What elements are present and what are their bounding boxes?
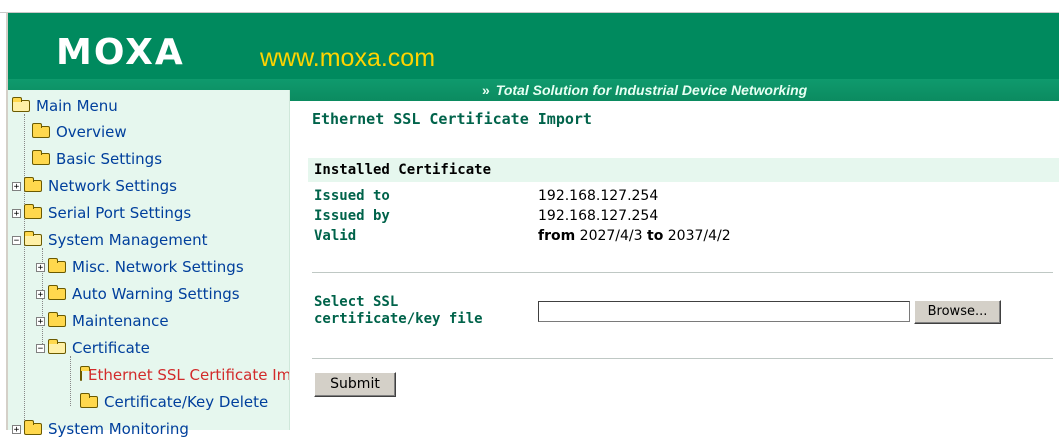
folder-open-icon — [48, 339, 66, 354]
sidebar-item-label: Auto Warning Settings — [72, 285, 240, 303]
collapse-icon[interactable]: − — [12, 235, 21, 245]
sidebar-item-serial-port-settings[interactable]: + Serial Port Settings — [12, 203, 191, 223]
sidebar-item-auto-warning-settings[interactable]: + Auto Warning Settings — [36, 284, 240, 304]
folder-icon — [80, 393, 98, 408]
divider — [312, 272, 1053, 273]
section-header: Installed Certificate — [308, 158, 1059, 182]
issued-by-label: Issued by — [314, 208, 390, 224]
certificate-file-input[interactable] — [538, 301, 910, 322]
collapse-icon[interactable]: − — [36, 343, 45, 353]
browse-button[interactable]: Browse... — [914, 300, 1001, 324]
header-banner: MOXA www.moxa.com » Total Solution for In… — [8, 13, 1059, 101]
sidebar-item-label: Certificate/Key Delete — [104, 393, 269, 411]
sidebar-item-label: Basic Settings — [56, 150, 163, 168]
sidebar-item-basic-settings[interactable]: Basic Settings — [32, 149, 162, 169]
sidebar-item-label: Maintenance — [72, 312, 169, 330]
main-content: Ethernet SSL Certificate Import Installe… — [290, 90, 1059, 430]
sidebar-item-certificate-key-delete[interactable]: Certificate/Key Delete — [80, 392, 289, 412]
folder-open-icon — [24, 231, 42, 246]
expand-icon[interactable]: + — [36, 316, 45, 326]
sidebar-item-label: Overview — [56, 123, 127, 141]
sidebar-item-system-monitoring[interactable]: + System Monitoring — [12, 419, 189, 439]
expand-icon[interactable]: + — [12, 208, 21, 218]
sidebar-item-label: Certificate — [72, 339, 150, 357]
sidebar-item-label: System Management — [48, 231, 208, 249]
folder-icon — [48, 258, 66, 273]
divider — [312, 358, 1053, 359]
tree-guide — [70, 356, 71, 406]
sidebar-item-maintenance[interactable]: + Maintenance — [36, 311, 169, 331]
page-title: Ethernet SSL Certificate Import — [312, 110, 592, 128]
site-url: www.moxa.com — [260, 44, 436, 72]
valid-to-word: to — [647, 228, 664, 244]
sidebar-item-label: Misc. Network Settings — [72, 258, 244, 276]
issued-to-value: 192.168.127.254 — [538, 188, 659, 204]
file-select-label: Select SSL certificate/key file — [314, 294, 483, 327]
sidebar-item-misc-network-settings[interactable]: + Misc. Network Settings — [36, 257, 244, 277]
top-strip — [0, 0, 1059, 13]
sidebar-item-network-settings[interactable]: + Network Settings — [12, 176, 177, 196]
folder-icon — [48, 285, 66, 300]
expand-icon[interactable]: + — [12, 181, 21, 191]
folder-icon — [32, 150, 50, 165]
valid-to-date: 2037/4/2 — [667, 228, 731, 244]
issued-by-value: 192.168.127.254 — [538, 208, 659, 224]
valid-from-date: 2027/4/3 — [579, 228, 643, 244]
valid-from-word: from — [538, 228, 576, 244]
sidebar-item-system-management[interactable]: − System Management — [12, 230, 208, 250]
sidebar-item-label: System Monitoring — [48, 420, 189, 438]
folder-icon — [24, 420, 42, 435]
tree-guide — [24, 114, 25, 430]
folder-icon — [24, 177, 42, 192]
expand-icon[interactable]: + — [12, 424, 21, 434]
section-title: Installed Certificate — [314, 162, 492, 178]
valid-label: Valid — [314, 228, 357, 244]
sidebar-item-label: Ethernet SSL Certificate Import — [88, 366, 289, 384]
issued-to-label: Issued to — [314, 188, 390, 204]
folder-icon — [32, 123, 50, 138]
expand-icon[interactable]: + — [36, 289, 45, 299]
sidebar-item-overview[interactable]: Overview — [32, 122, 127, 142]
folder-icon — [24, 204, 42, 219]
sidebar-item-label: Serial Port Settings — [48, 204, 192, 222]
valid-value: from 2027/4/3 to 2037/4/2 — [538, 228, 731, 244]
moxa-logo: MOXA — [56, 32, 185, 73]
folder-icon — [48, 312, 66, 327]
sidebar-tree: Main Menu Overview Basic Settings + Netw… — [8, 90, 290, 438]
folder-icon — [80, 366, 90, 381]
submit-button[interactable]: Submit — [314, 372, 396, 397]
sidebar-item-main-menu[interactable]: Main Menu — [12, 96, 118, 116]
sidebar-item-label: Main Menu — [36, 97, 118, 115]
sidebar-item-ethernet-ssl-certificate-import[interactable]: Ethernet SSL Certificate Import — [80, 365, 289, 385]
sidebar-item-certificate[interactable]: − Certificate — [36, 338, 150, 358]
expand-icon[interactable]: + — [36, 262, 45, 272]
folder-open-icon — [12, 97, 30, 112]
sidebar-item-label: Network Settings — [48, 177, 177, 195]
